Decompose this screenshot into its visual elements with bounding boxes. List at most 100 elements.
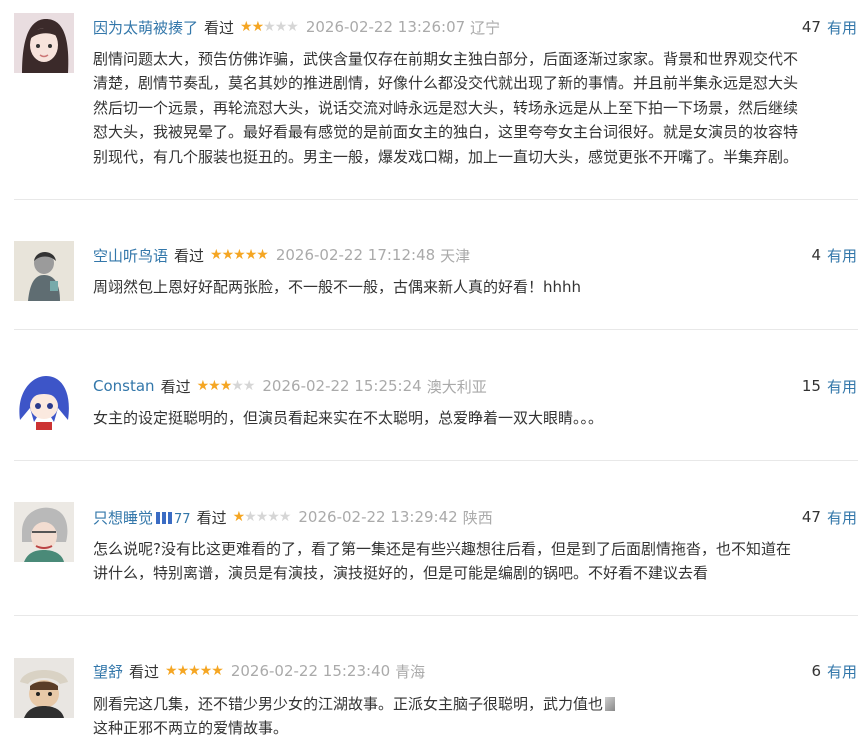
star-filled-icon: ★ bbox=[210, 247, 223, 263]
blue-hair-anime-avatar-icon bbox=[14, 372, 74, 432]
username-link[interactable]: Constan bbox=[93, 377, 155, 395]
star-filled-icon: ★ bbox=[219, 378, 233, 394]
review-content: 刚看完这几集，还不错少男少女的江湖故事。正派女主脑子很聪明，武力值也 这种正邪不… bbox=[93, 692, 863, 741]
rating-stars: ★★★★★ bbox=[232, 509, 292, 525]
useful-button[interactable]: 有用 bbox=[827, 245, 857, 266]
location: 澳大利亚 bbox=[426, 377, 487, 396]
star-empty-icon: ★ bbox=[286, 19, 299, 35]
useful-button[interactable]: 有用 bbox=[827, 17, 857, 38]
pirate-character-avatar-icon bbox=[14, 658, 74, 718]
vote-count: 47 bbox=[801, 508, 821, 526]
content-line: 女主的设定挺聪明的，但演员看起来实在不太聪明，总爱睁着一双大眼睛。。。 bbox=[93, 409, 604, 427]
content-line: 怼大头，我被晃晕了。最好看最有感觉的是前面女主的独白，这里夸夸女主台词很好。就是… bbox=[93, 123, 799, 142]
vote-count: 47 bbox=[801, 18, 821, 36]
rating-stars: ★★★★★ bbox=[196, 378, 256, 394]
review-content: 女主的设定挺聪明的，但演员看起来实在不太聪明，总爱睁着一双大眼睛。。。 bbox=[93, 406, 863, 430]
rating-stars: ★★★★★ bbox=[165, 663, 224, 679]
timestamp: 2026-02-22 13:29:42 bbox=[298, 508, 458, 526]
divider bbox=[14, 199, 858, 200]
star-empty-icon: ★ bbox=[278, 509, 292, 525]
star-filled-icon: ★ bbox=[199, 663, 213, 679]
star-empty-icon: ★ bbox=[244, 509, 257, 525]
useful-button[interactable]: 有用 bbox=[827, 376, 857, 397]
content-line: 周翊然包上恩好好配两张脸，不一般不一般，古偶来新人真的好看！hhhh bbox=[93, 278, 582, 296]
review-header: 因为太萌被揍了 看过 ★★★★★ 2026-02-22 13:26:07 辽宁 bbox=[93, 15, 863, 39]
star-filled-icon: ★ bbox=[165, 663, 178, 679]
content-line: 清楚，剧情节奏乱，莫名其妙的推进剧情，好像什么都没交代就出现了新的事情。并且前半… bbox=[93, 74, 799, 93]
content-text: 刚看完这几集，还不错少男少女的江湖故事。正派女主脑子很聪明，武力值也 bbox=[93, 695, 604, 713]
vote-count: 6 bbox=[811, 662, 821, 680]
rating-stars: ★★★★★ bbox=[240, 19, 299, 35]
rating-stars: ★★★★★ bbox=[210, 247, 269, 263]
content-line: 刚看完这几集，还不错少男少女的江湖故事。正派女主脑子很聪明，武力值也 bbox=[93, 692, 863, 716]
star-empty-icon: ★ bbox=[231, 378, 244, 394]
avatar[interactable] bbox=[14, 502, 74, 562]
location: 辽宁 bbox=[470, 18, 501, 37]
star-filled-icon: ★ bbox=[233, 247, 246, 263]
review-header: 只想睡觉 77 看过 ★★★★★ 2026-02-22 13:29:42 陕西 bbox=[93, 505, 863, 529]
anime-girl-avatar-icon bbox=[14, 13, 74, 73]
star-empty-icon: ★ bbox=[263, 19, 276, 35]
vote-area: 6 有用 bbox=[811, 659, 857, 683]
avatar[interactable] bbox=[14, 372, 74, 432]
star-filled-icon: ★ bbox=[221, 247, 235, 263]
star-filled-icon: ★ bbox=[232, 509, 246, 525]
star-filled-icon: ★ bbox=[208, 378, 221, 394]
username-link[interactable]: 望舒 bbox=[93, 661, 123, 682]
username-link[interactable]: 因为太萌被揍了 bbox=[93, 17, 198, 38]
content-line: 讲什么，特别离谱，演员是有演技，演技挺好的，但是可能是编剧的锅吧。不好看不建议去… bbox=[93, 564, 709, 583]
content-line: 剧情问题太大，预告仿佛诈骗，武侠含量仅存在前期女主独白部分，后面逐渐过家家。背景… bbox=[93, 50, 799, 68]
location: 青海 bbox=[395, 662, 426, 681]
timestamp: 2026-02-22 15:25:24 bbox=[262, 377, 422, 395]
star-filled-icon: ★ bbox=[251, 19, 265, 35]
review-content: 周翊然包上恩好好配两张脸，不一般不一般，古偶来新人真的好看！hhhh bbox=[93, 275, 863, 299]
useful-button[interactable]: 有用 bbox=[827, 661, 857, 682]
avatar[interactable] bbox=[14, 13, 74, 73]
content-line: 别现代，有几个服装也挺丑的。男主一般，爆发戏口糊，加上一直切大头，感觉更张不开嘴… bbox=[93, 147, 799, 166]
timestamp: 2026-02-22 15:23:40 bbox=[230, 662, 391, 680]
watch-status: 看过 bbox=[129, 662, 160, 681]
star-filled-icon: ★ bbox=[196, 378, 210, 394]
star-filled-icon: ★ bbox=[256, 247, 269, 263]
content-line: 怎么说呢?没有比这更难看的了，看了第一集还是有些兴趣想往后看，但是到了后面剧情拖… bbox=[93, 540, 791, 558]
location: 天津 bbox=[440, 246, 471, 265]
watch-status: 看过 bbox=[160, 377, 191, 396]
comment-list: 因为太萌被揍了 看过 ★★★★★ 2026-02-22 13:26:07 辽宁 … bbox=[0, 0, 863, 742]
vote-area: 4 有用 bbox=[811, 243, 857, 267]
star-filled-icon: ★ bbox=[176, 663, 190, 679]
star-empty-icon: ★ bbox=[255, 509, 269, 525]
review-content: 剧情问题太大，预告仿佛诈骗，武侠含量仅存在前期女主独白部分，后面逐渐过家家。背景… bbox=[93, 47, 863, 169]
location: 陕西 bbox=[462, 508, 493, 527]
content-line: 这种正邪不两立的爱情故事。 bbox=[93, 719, 289, 738]
star-empty-icon: ★ bbox=[267, 509, 280, 525]
divider bbox=[14, 329, 858, 330]
timestamp: 2026-02-22 13:26:07 bbox=[305, 18, 466, 36]
username-link[interactable]: 只想睡觉 77 bbox=[93, 507, 191, 528]
sketch-character-avatar-icon bbox=[14, 502, 74, 562]
star-filled-icon: ★ bbox=[240, 19, 253, 35]
vip-badge-icon bbox=[156, 511, 173, 524]
useful-button[interactable]: 有用 bbox=[827, 507, 857, 528]
username-link[interactable]: 空山听鸟语 bbox=[93, 245, 168, 266]
watch-status: 看过 bbox=[174, 246, 205, 265]
watch-status: 看过 bbox=[196, 508, 227, 527]
star-filled-icon: ★ bbox=[244, 247, 258, 263]
vote-area: 47 有用 bbox=[802, 15, 857, 39]
star-empty-icon: ★ bbox=[242, 378, 256, 394]
star-filled-icon: ★ bbox=[188, 663, 201, 679]
vote-count: 15 bbox=[801, 377, 821, 395]
review-header: 望舒 看过 ★★★★★ 2026-02-22 15:23:40 青海 bbox=[93, 659, 863, 683]
star-empty-icon: ★ bbox=[274, 19, 288, 35]
avatar[interactable] bbox=[14, 241, 74, 301]
sketch-figure-avatar-icon bbox=[14, 241, 74, 301]
vote-area: 47 有用 bbox=[802, 505, 857, 529]
review-header: Constan 看过 ★★★★★ 2026-02-22 15:25:24 澳大利… bbox=[93, 374, 863, 398]
review-content: 怎么说呢?没有比这更难看的了，看了第一集还是有些兴趣想往后看，但是到了后面剧情拖… bbox=[93, 537, 863, 586]
content-line: 然后切一个远景，再轮流怼大头，说话交流对峙永远是怼大头，转场永远是从上至下拍一下… bbox=[93, 98, 799, 117]
broken-image-icon bbox=[605, 697, 616, 711]
review-header: 空山听鸟语 看过 ★★★★★ 2026-02-22 17:12:48 天津 bbox=[93, 243, 863, 267]
star-filled-icon: ★ bbox=[211, 663, 224, 679]
avatar[interactable] bbox=[14, 658, 74, 718]
divider bbox=[14, 460, 858, 461]
divider bbox=[14, 615, 858, 616]
